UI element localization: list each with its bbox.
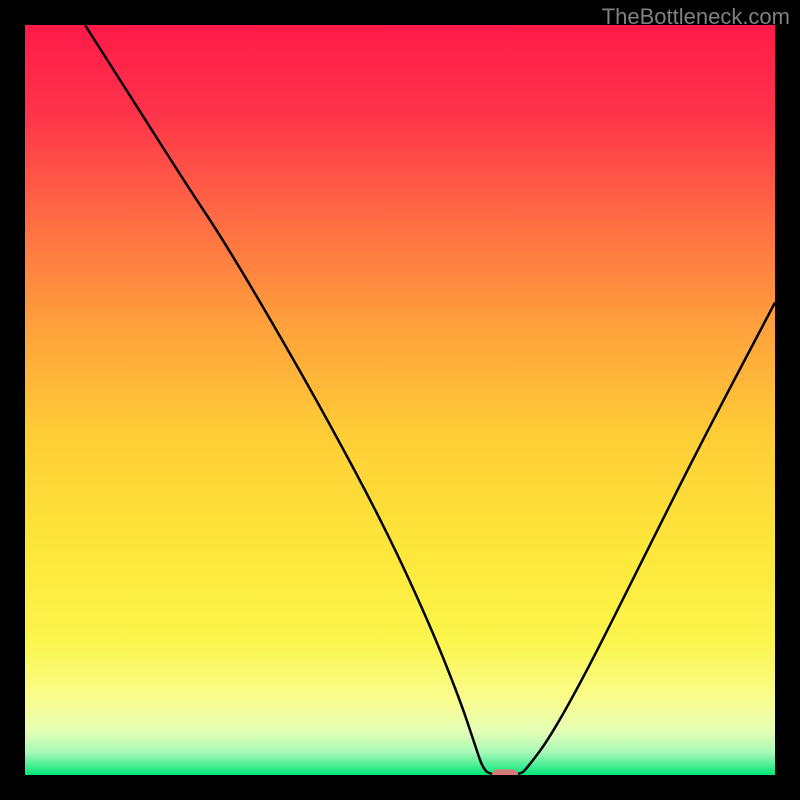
gradient-background (25, 25, 775, 775)
chart-svg (25, 25, 775, 775)
chart-plot-area (25, 25, 775, 775)
watermark-text: TheBottleneck.com (602, 4, 790, 30)
optimal-marker (492, 769, 518, 775)
